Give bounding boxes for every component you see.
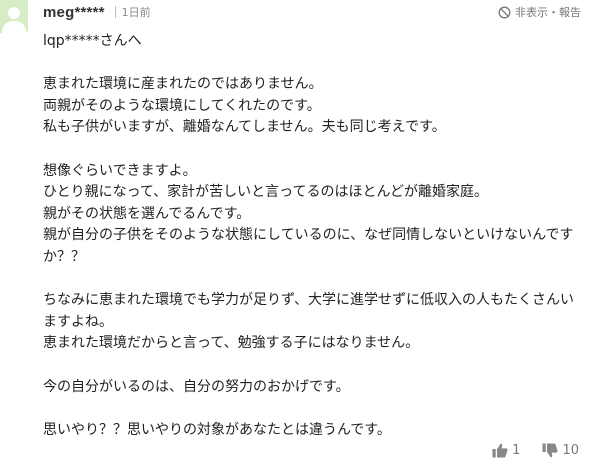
thumbs-up-count: 1: [512, 442, 521, 458]
comment-line: 親が自分の子供をそのような状態にしているのに、なぜ同情しないといけないんですか？…: [43, 227, 574, 265]
avatar[interactable]: [0, 0, 28, 33]
username[interactable]: meg*****: [43, 4, 105, 21]
comment-line: ひとり親になって、家計が苦しいと言ってるのはほとんどが離婚家庭。: [43, 184, 489, 201]
post-time: 1日前: [121, 6, 151, 19]
comment-line: 親がその状態を選んでるんです。: [43, 205, 251, 222]
comment-line: ちなみに恵まれた環境でも学力が足りず、大学に進学せずに低収入の人もたくさんいます…: [43, 292, 575, 330]
thumbs-up-button[interactable]: 1: [492, 443, 520, 458]
comment-line: 恵まれた環境だからと言って、勉強する子にはなりません。: [43, 335, 420, 352]
comment-line: lqp*****さんへ: [43, 33, 142, 49]
thumbs-down-icon: [542, 443, 559, 457]
hide-report-button[interactable]: 非表示・報告: [498, 3, 581, 21]
comment-line: 思いやり？？思いやりの対象があなたとは違うんです。: [43, 421, 391, 438]
comment-line: 私も子供がいますが、離婚なんてしません。夫も同じ考えです。: [43, 119, 446, 136]
comment-line: 恵まれた環境に産まれたのではありません。: [43, 76, 323, 93]
ban-icon: [498, 6, 511, 18]
thumbs-up-icon: [492, 443, 508, 457]
comment-header: meg***** 1日前: [43, 2, 151, 22]
header-divider: [114, 6, 116, 18]
comment-line: 今の自分がいるのは、自分の努力のおかげです。: [43, 378, 350, 395]
hide-report-label: 非表示・報告: [515, 6, 581, 19]
vote-bar: 1 10: [492, 440, 579, 460]
comment-line: 両親がそのような環境にしてくれたのです。: [43, 97, 321, 114]
comment-line: 想像ぐらいできますよ。: [43, 162, 197, 179]
comment-body: lqp*****さんへ恵まれた環境に産まれたのではありません。 両親がそのような環…: [43, 31, 585, 441]
thumbs-down-button[interactable]: 10: [542, 443, 579, 458]
thumbs-down-count: 10: [562, 442, 579, 458]
user-avatar-icon: [2, 7, 26, 33]
